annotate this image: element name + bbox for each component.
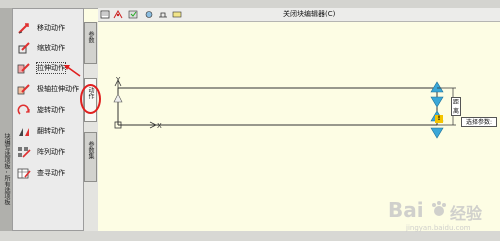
palette-item-polar-stretch[interactable]: 极轴拉伸动作: [17, 80, 85, 98]
save-block-icon[interactable]: [128, 10, 138, 19]
left-grip-icon[interactable]: [113, 93, 123, 103]
close-block-editor-button[interactable]: 关闭块编辑器(C): [283, 9, 335, 19]
palette-item-lookup[interactable]: 查寻动作: [17, 164, 85, 182]
palette-item-flip[interactable]: 翻转动作: [17, 122, 85, 140]
palette-title: 块编写选项板 - 所有选项板: [3, 133, 10, 205]
baidu-watermark: Bai 经验 jingyan.baidu.com: [386, 196, 496, 236]
warning-icon: !: [435, 115, 443, 123]
move-action-icon: [18, 23, 29, 34]
authoring-palette: 移动动作 缩放动作 拉伸动作 极轴拉伸动作 旋转动作 翻转动作 阵列动作 查寻动…: [12, 8, 84, 231]
palette-item-scale[interactable]: 缩放动作: [17, 39, 85, 57]
tab-parameters[interactable]: 参数: [84, 22, 97, 64]
baidu-paw-icon: [432, 201, 446, 216]
palette-tabs: 参数 动作 参数集: [84, 22, 98, 232]
stretch-action-icon: [17, 63, 30, 74]
grip-down-top-icon[interactable]: [430, 96, 444, 108]
attribute-icon[interactable]: [172, 10, 182, 19]
red-arrow-icon: [64, 65, 81, 77]
scale-action-icon: [18, 42, 30, 54]
test-block-icon[interactable]: [158, 10, 168, 19]
authoring-palette-icon[interactable]: [113, 10, 123, 19]
grip-up-top-icon[interactable]: [430, 81, 444, 93]
watermark-url: jingyan.baidu.com: [406, 224, 471, 232]
parameter-manager-icon[interactable]: [100, 10, 110, 19]
visibility-icon[interactable]: [144, 10, 154, 19]
palette-item-array[interactable]: 阵列动作: [17, 143, 85, 161]
tab-highlight-circle: [80, 84, 101, 114]
palette-item-move[interactable]: 移动动作: [17, 19, 85, 37]
block-editor-toolbar: 关闭块编辑器(C): [98, 8, 500, 22]
grip-down-bottom-icon[interactable]: [430, 127, 444, 139]
flip-action-icon: [19, 128, 29, 136]
distance-parameter-label[interactable]: 距离: [451, 97, 461, 116]
watermark-brand: Bai: [388, 198, 424, 222]
ucs-y-label: Y: [115, 76, 121, 84]
polar-stretch-action-icon: [17, 84, 30, 95]
select-parameter-tooltip: 选择参数:: [461, 117, 497, 127]
rotate-action-icon: [17, 104, 30, 115]
array-action-icon: [18, 147, 31, 158]
tab-parameter-sets[interactable]: 参数集: [84, 132, 97, 182]
watermark-suffix: 经验: [450, 204, 483, 223]
palette-item-rotate[interactable]: 旋转动作: [17, 101, 85, 119]
lookup-action-icon: [17, 168, 31, 179]
ucs-x-label: X: [157, 122, 162, 130]
